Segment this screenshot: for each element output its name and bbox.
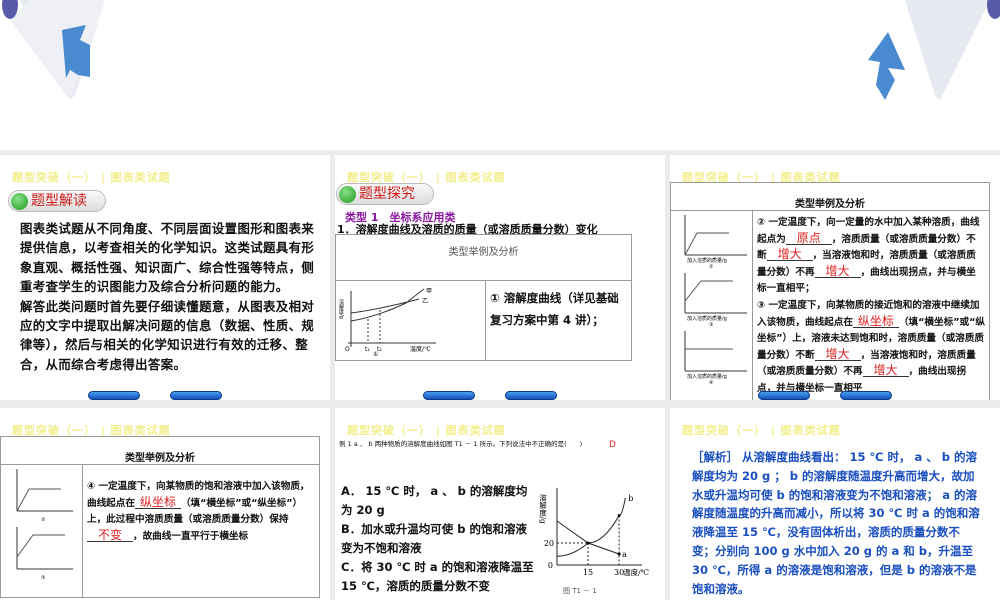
nav-next-button[interactable]	[840, 391, 892, 400]
answer-blank: 增大	[814, 348, 861, 361]
y-axis-label: 溶解度/g	[338, 298, 344, 318]
tick-label-15: 15	[583, 568, 593, 577]
origin-label: O	[345, 346, 350, 353]
example-table: 类型举例及分析 溶解度/g 甲 乙 温度/℃ O t₁ t₂ ① ① 溶解度曲线…	[335, 234, 632, 361]
cell-text: ① 溶解度曲线（详见基础复习方案中第 4 讲）；	[485, 280, 632, 361]
section-badge: 题型解读	[8, 190, 106, 212]
data-point-a	[617, 552, 621, 556]
section-badge: 题型探究	[336, 183, 434, 205]
slide-header: 题型突破（一） | 图表类试题	[682, 424, 841, 437]
series-b-line	[556, 497, 626, 557]
curve-label-jia: 甲	[426, 288, 432, 295]
y-axis-label: 溶解度/g	[538, 493, 547, 524]
question-text: 例 1 a 、 b 两种物质的溶解度曲线如图 T1 － 1 所示。下列说法中不正…	[339, 438, 616, 450]
answer-blank: 原点	[785, 232, 832, 245]
options: A． 15 ℃ 时， a 、 b 的溶解度均为 20 g B．加水或升温均可使 …	[341, 482, 537, 596]
tick-label-20: 20	[544, 539, 554, 548]
figure-cell: 溶解度/g 甲 乙 温度/℃ O t₁ t₂ ①	[335, 280, 486, 361]
answer-blank: 增大	[814, 265, 861, 278]
x-label: 加入溶质的质量/g	[687, 315, 727, 322]
green-dot-icon	[339, 186, 356, 203]
body-paragraph-2: 解答此类问题时首先要仔细读懂题意，从图表及相对应的文字中提取出解决问题的信息（数…	[20, 298, 315, 372]
figure-number: ①	[373, 351, 378, 356]
figure-number: ④	[709, 380, 714, 385]
slide-thumbnail-3[interactable]: 题型突破（一） | 图表类试题 类型举例及分析 加入溶质的质量/g ② 加入溶质的…	[670, 155, 1000, 400]
table-header: 类型举例及分析	[670, 182, 990, 211]
curve-label-yi: 乙	[422, 298, 428, 305]
slide-thumbnail-5[interactable]: 题型突破（一） | 图表类试题 例 1 a 、 b 两种物质的溶解度曲线如图 T…	[335, 408, 665, 600]
mini-graph-2: ②	[1, 465, 82, 523]
text: ，故曲线一直平行于横坐标	[133, 530, 249, 542]
nav-back-button[interactable]	[423, 391, 475, 400]
answer-blank: 不变	[87, 529, 133, 542]
slide-thumbnail-top[interactable]	[0, 0, 1000, 150]
example-table: 类型举例及分析 ② ③ ④ 一定温度下，向某物质的饱和溶液中加入该物质，曲线起点…	[0, 436, 320, 598]
series-label-b: b	[628, 494, 633, 503]
example-table: 类型举例及分析 加入溶质的质量/g ② 加入溶质的质量/g ③ 加入溶质的质量/g ④…	[670, 182, 990, 400]
table-header: 类型举例及分析	[0, 436, 320, 465]
x-axis-label: 温度/℃	[623, 567, 649, 577]
slide-body: 图表类试题从不同角度、不同层面设置图形和图表来提供信息，以考查相关的化学知识。这…	[20, 219, 316, 374]
intersection-point	[586, 541, 590, 545]
series-label-a: a	[622, 550, 627, 559]
x-axis-label: 温度/℃	[410, 345, 431, 353]
question: 例 1 a 、 b 两种物质的溶解度曲线如图 T1 － 1 所示。下列说法中不正…	[339, 440, 583, 448]
green-dot-icon	[11, 193, 28, 210]
analysis-cell: ② 一定温度下，向一定量的水中加入某种溶质，曲线起点为 原点 ，溶质质量（或溶质质量…	[752, 210, 990, 400]
body-paragraph-1: 图表类试题从不同角度、不同层面设置图形和图表来提供信息，以考查相关的化学知识。这…	[20, 221, 315, 295]
answer-blank: 纵坐标	[852, 315, 899, 328]
nav-next-button[interactable]	[170, 391, 222, 400]
answer-blank: 增大	[766, 248, 813, 262]
solubility-curve-figure: 溶解度/g 甲 乙 温度/℃ O t₁ t₂ ①	[338, 288, 436, 358]
t1-label: t₁	[365, 346, 370, 353]
tick-label-0: 0	[548, 561, 553, 570]
answer-blank: 增大	[862, 364, 909, 378]
mini-graph-4: 加入溶质的质量/g ④	[671, 327, 752, 385]
solubility-chart: ab015 3020温度/℃溶解度/g	[538, 488, 649, 577]
figure-cell: ② ③	[0, 464, 83, 598]
slide-thumbnail-1[interactable]: 题型突破（一） | 图表类试题 题型解读 图表类试题从不同角度、不同层面设置图形…	[0, 155, 330, 400]
badge-label: 题型探究	[359, 186, 415, 202]
mini-graph-3: 加入溶质的质量/g ③	[671, 269, 752, 327]
slide-header: 题型突破（一） | 图表类试题	[347, 424, 506, 437]
badge-label: 题型解读	[31, 193, 87, 209]
nav-next-button[interactable]	[505, 391, 557, 400]
nav-back-button[interactable]	[758, 391, 810, 400]
analysis-text: ［解析］ 从溶解度曲线看出： 15 ℃ 时， a 、 b 的溶解度均为 20 g…	[692, 450, 980, 596]
mini-graph-2: 加入溶质的质量/g ②	[671, 211, 752, 269]
decorative-arrows-icon	[2, 0, 1000, 100]
slide-thumbnail-4[interactable]: 题型突破（一） | 图表类试题 类型举例及分析 ② ③ ④ 一定温度下，向某物质…	[0, 408, 330, 600]
table-header: 类型举例及分析	[335, 234, 632, 281]
option-a: A． 15 ℃ 时， a 、 b 的溶解度均为 20 g	[341, 484, 528, 517]
data-point-b	[617, 514, 621, 517]
option-b: B．加水或升温均可使 b 的饱和溶液变为不饱和溶液	[341, 522, 528, 555]
option-c: C．将 30 ℃ 时 a 的饱和溶液降温至 15 ℃，溶质的质量分数不变	[341, 560, 534, 593]
x-label: 加入溶质的质量/g	[687, 257, 727, 264]
figure-caption: 图 T1 － 1	[563, 587, 597, 595]
slide-thumbnail-2[interactable]: 题型突破（一） | 图表类试题 题型探究 类型 1 坐标系应用类 1．溶解度曲线…	[335, 155, 665, 400]
answer-blank: 纵坐标	[134, 496, 181, 509]
series-a-line	[556, 520, 620, 555]
x-label: 加入溶质的质量/g	[687, 373, 727, 380]
nav-back-button[interactable]	[88, 391, 140, 400]
slide-thumbnail-6[interactable]: 题型突破（一） | 图表类试题 ［解析］ 从溶解度曲线看出： 15 ℃ 时， a…	[670, 408, 1000, 600]
mini-graph-3: ③	[1, 523, 82, 581]
answer-mark: D	[609, 440, 616, 450]
analysis-cell: ④ 一定温度下，向某物质的饱和溶液中加入该物质，曲线起点在 纵坐标 （填“横坐标”或…	[82, 464, 320, 598]
figure-number: ③	[41, 575, 45, 581]
figure-cell: 加入溶质的质量/g ② 加入溶质的质量/g ③ 加入溶质的质量/g ④	[670, 210, 753, 400]
slide-header: 题型突破（一） | 图表类试题	[12, 171, 171, 184]
